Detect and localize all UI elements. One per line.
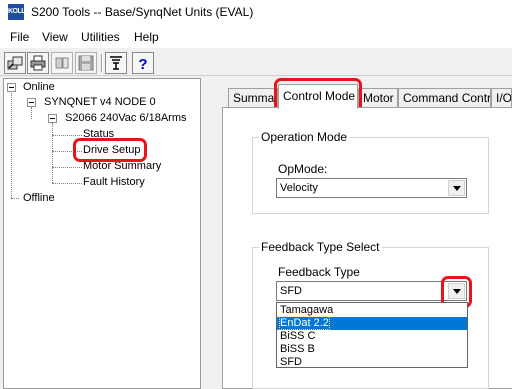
- tree-item-offline[interactable]: Offline: [23, 192, 55, 205]
- opmode-select[interactable]: Velocity: [276, 178, 467, 198]
- connect-button[interactable]: [4, 52, 26, 74]
- help-button[interactable]: ?: [132, 52, 154, 74]
- operation-mode-legend: Operation Mode: [259, 130, 350, 144]
- title-bar: KOLL S200 Tools -- Base/SynqNet Units (E…: [0, 0, 512, 26]
- option-endat-2-2-label: EnDat 2.2: [279, 316, 330, 330]
- menu-view[interactable]: View: [42, 30, 68, 44]
- toolbar-separator: [101, 54, 103, 72]
- app-logo-icon: KOLL: [8, 4, 26, 20]
- option-tamagawa[interactable]: Tamagawa: [277, 304, 467, 317]
- tab-motor[interactable]: Motor: [358, 88, 398, 108]
- opmode-value: Velocity: [280, 182, 318, 194]
- toolbar: ?: [0, 48, 512, 76]
- option-biss-c[interactable]: BiSS C: [277, 330, 467, 343]
- annotation-drive-setup: [73, 138, 147, 162]
- tree-item-drive[interactable]: S2066 240Vac 6/18Arms: [65, 112, 186, 125]
- option-endat-2-2[interactable]: EnDat 2.2: [277, 316, 467, 330]
- feedback-type-legend: Feedback Type Select: [259, 240, 382, 254]
- tab-io[interactable]: I/O: [491, 88, 512, 108]
- tree-item-fault-history[interactable]: Fault History: [83, 176, 145, 189]
- tree-item-synqnet-node[interactable]: SYNQNET v4 NODE 0: [44, 96, 156, 109]
- print-button[interactable]: [27, 52, 49, 74]
- opmode-label: OpMode:: [278, 162, 328, 176]
- tab-summary[interactable]: Summary: [228, 88, 278, 108]
- opmode-dropdown-button[interactable]: [448, 180, 465, 196]
- tree-expander-drive[interactable]: [48, 114, 57, 123]
- tree-expander-online[interactable]: [7, 83, 16, 92]
- tree-expander-synqnet[interactable]: [27, 98, 36, 107]
- device-tree: Online SYNQNET v4 NODE 0 S2066 240Vac 6/…: [3, 78, 201, 389]
- chevron-down-icon: [453, 186, 461, 191]
- window-title: S200 Tools -- Base/SynqNet Units (EVAL): [31, 5, 254, 19]
- menu-file[interactable]: File: [10, 30, 29, 44]
- feedback-type-select[interactable]: SFD: [276, 281, 467, 301]
- option-biss-b[interactable]: BiSS B: [277, 343, 467, 356]
- menu-bar: File View Utilities Help: [0, 26, 512, 48]
- save-button[interactable]: [75, 52, 97, 74]
- feedback-type-label: Feedback Type: [278, 265, 360, 279]
- help-glyph: ?: [138, 56, 147, 71]
- tab-control-mode[interactable]: Control Mode: [278, 84, 358, 109]
- option-sfd[interactable]: SFD: [277, 356, 467, 369]
- menu-help[interactable]: Help: [134, 30, 159, 44]
- feedback-type-value: SFD: [280, 285, 302, 297]
- filter-button[interactable]: [105, 52, 127, 74]
- tab-command-control[interactable]: Command Control: [398, 88, 491, 108]
- tree-item-online[interactable]: Online: [23, 81, 55, 94]
- disconnect-button[interactable]: [51, 52, 73, 74]
- pane-splitter[interactable]: [201, 78, 211, 389]
- menu-utilities[interactable]: Utilities: [81, 30, 120, 44]
- feedback-type-options: Tamagawa EnDat 2.2 BiSS C BiSS B SFD: [276, 302, 468, 368]
